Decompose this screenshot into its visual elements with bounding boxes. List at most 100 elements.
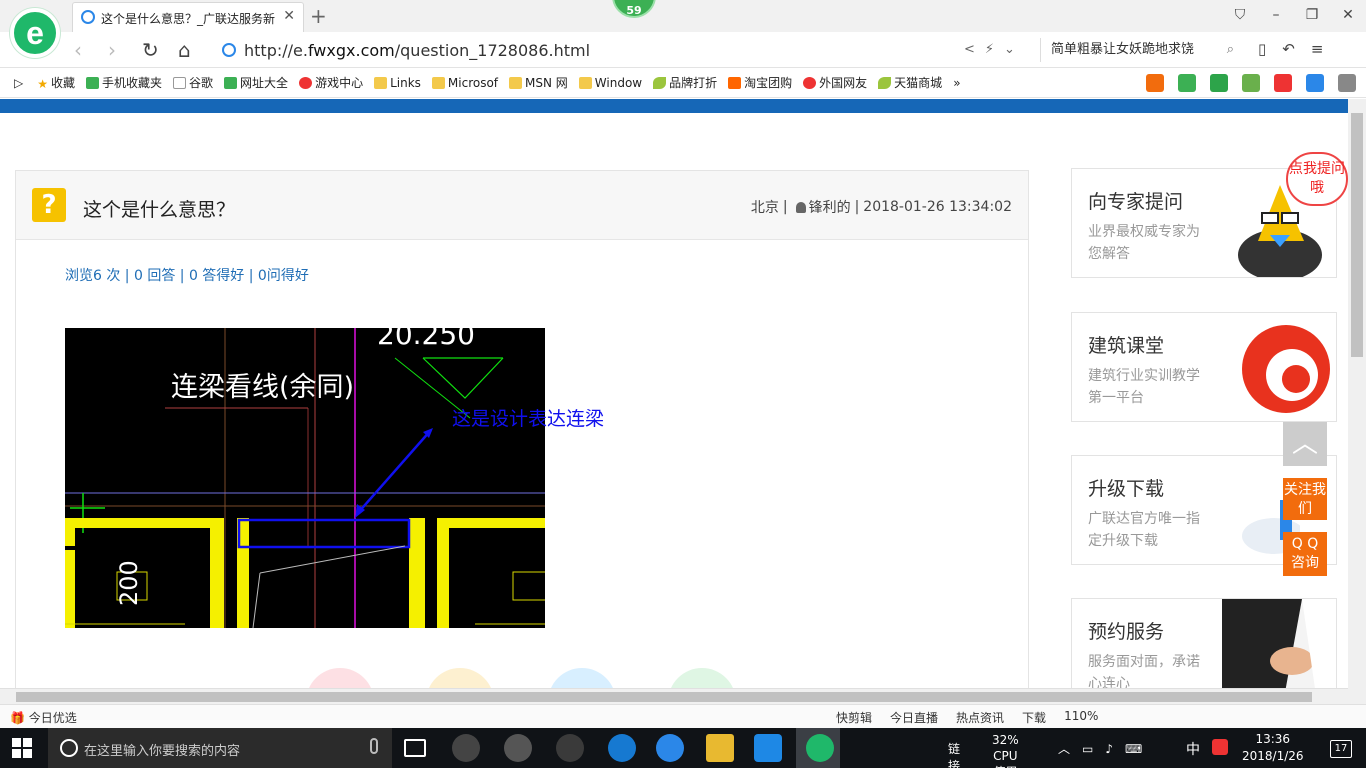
maximize-button[interactable]: ❐ [1294,0,1330,32]
tray-icons[interactable]: ︿▭♪⌨ [1058,740,1154,757]
ie-icon[interactable] [608,734,636,762]
bookmark-item[interactable]: Links [374,74,421,91]
task-view-icon[interactable] [404,739,426,757]
windows-start-icon[interactable] [12,738,32,758]
url-domain: fwxgx.com [307,40,395,60]
question-title: 这个是什么意思？ [83,199,236,221]
window-controls: ⛉ – ❐ ✕ [1222,0,1366,32]
bookmark-label: 网址大全 [240,76,289,90]
browser-logo[interactable]: e [10,8,60,58]
url-actions-icon[interactable]: <⚡⌄ [964,42,1025,57]
pinwheel-app-icon[interactable] [452,734,480,762]
shield-icon[interactable] [1210,74,1228,92]
cad-label-elevation: 20.250 [377,328,475,351]
bookmark-green-icon [224,76,238,89]
tray-link-label[interactable]: 链接 [948,740,960,774]
new-tab-button[interactable]: + [310,4,327,28]
bookmark-item[interactable]: 网址大全 [224,74,288,91]
notification-center-icon[interactable]: 17 [1330,740,1352,758]
apps-grid-icon[interactable] [1338,74,1356,92]
card-building-class[interactable]: 建筑课堂 建筑行业实训教学第一平台 [1071,312,1337,422]
vertical-scrollbar[interactable] [1348,99,1366,704]
today-picks-link[interactable]: 🎁 今日优选 [10,709,77,726]
status-item[interactable]: 110% [1064,709,1098,726]
horizontal-scrollbar[interactable] [0,688,1348,704]
bookmark-item[interactable]: 游戏中心 [299,74,363,91]
address-bar-row: ‹ › ↻ ⌂ http://e.fwxgx.com/question_1728… [0,32,1366,68]
bookmark-item[interactable]: » [953,74,960,91]
url-field[interactable]: http://e.fwxgx.com/question_1728086.html [222,36,1032,64]
cad-label-dimension: 200 [115,560,143,606]
bookmark-item[interactable]: MSN 网 [509,74,568,91]
bookmark-leaf-icon [653,76,667,89]
internet-explorer-icon[interactable] [656,734,684,762]
search-box[interactable]: 简单粗暴让女妖跪地求饶 ⌕ [1040,38,1240,62]
ask-bubble[interactable]: 点我提问哦 [1286,152,1348,206]
question-stats: 浏览6 次 | 0 回答 | 0 答得好 | 0问得好 [65,268,309,284]
discount-icon[interactable] [1146,74,1164,92]
question-user[interactable]: 锋利的 [809,197,851,217]
microphone-icon[interactable] [370,738,378,754]
horizontal-scroll-thumb[interactable] [16,692,1312,702]
bookmark-item[interactable]: 品牌打折 [653,74,717,91]
back-button[interactable]: ‹ [74,38,82,62]
bookmark-item[interactable]: 手机收藏夹 [86,74,162,91]
status-bar: 🎁 今日优选 快剪辑 今日直播 热点资讯 下载 110% [0,704,1366,728]
glodon-app-icon[interactable] [754,734,782,762]
bookmark-tools [1146,68,1356,98]
toolbar-icons[interactable]: ▯↶≡ [1258,40,1339,58]
clock[interactable]: 13:36 2018/1/26 [1242,731,1304,765]
cpu-label: CPU使用 [993,749,1018,779]
bookmark-item[interactable]: Window [578,74,642,91]
bookmark-item[interactable]: ★ 收藏 [37,74,75,91]
search-icon[interactable]: ⌕ [1227,38,1234,62]
minimize-button[interactable]: – [1258,0,1294,32]
cad-drawing-image[interactable]: 10 20.250 连梁看线(余同) 200 [65,328,545,628]
bookmarks-bar: ▷ ★ 收藏 手机收藏夹 谷歌 网址大全 游戏中心 Links Microsof MSN 网 Wi… [0,68,1366,98]
bookmark-item[interactable]: Microsof [431,74,499,91]
book-icon[interactable] [1178,74,1196,92]
home-button[interactable]: ⌂ [178,38,191,62]
forward-button[interactable]: › [108,38,116,62]
windows-taskbar: 在这里输入你要搜索的内容 链接 32% CPU使用 ︿▭♪⌨ 中 13:36 201… [0,728,1366,779]
close-tab-icon[interactable]: ✕ [283,8,295,24]
cad-label-main: 连梁看线(余同) [171,372,354,403]
status-item[interactable]: 快剪辑 [836,709,872,726]
scissors-icon[interactable] [1274,74,1292,92]
bookmark-fold-icon [578,76,592,89]
shirt-skin-icon[interactable]: ⛉ [1222,0,1258,32]
file-explorer-icon[interactable] [706,734,734,762]
site-header-bar [0,99,1366,113]
bookmark-orange-icon [728,76,742,89]
search-text: 简单粗暴让女妖跪地求饶 [1051,42,1195,57]
ime-indicator[interactable]: 中 [1186,739,1200,759]
bookmark-item[interactable]: 外国网友 [803,74,867,91]
bookmark-label: » [953,75,961,90]
follow-us-button[interactable]: 关注我们 [1283,478,1327,520]
status-item[interactable]: 今日直播 [890,709,938,726]
browser-tab[interactable]: 这个是什么意思？_广联达服务新 ✕ [72,2,304,32]
vertical-scroll-thumb[interactable] [1351,113,1363,357]
bookmark-label: 外国网友 [819,76,868,90]
back-to-top-button[interactable]: ︿ [1283,422,1327,466]
bookmark-item[interactable]: 天猫商城 [878,74,942,91]
bookmark-label: 天猫商城 [894,76,943,90]
status-item[interactable]: 热点资讯 [956,709,1004,726]
edge-browser-icon[interactable] [504,734,532,762]
question-meta: 北京 | 锋利的 | 2018-01-26 13:34:02 [750,197,1012,217]
search-tool-icon[interactable] [1306,74,1324,92]
bookmark-label: MSN 网 [525,76,568,90]
status-item[interactable]: 下载 [1022,709,1046,726]
qq-consult-button[interactable]: Q Q 咨询 [1283,532,1327,576]
sidebar-toggle-icon[interactable]: ▷ [14,76,23,90]
tab-title: 这个是什么意思？_广联达服务新 [101,12,276,26]
swirl-app-icon[interactable] [556,734,584,762]
sogou-icon[interactable] [1212,739,1228,755]
translate-icon[interactable] [1242,74,1260,92]
bookmark-item[interactable]: 谷歌 [173,74,213,91]
bookmark-label: Microsof [447,75,499,90]
refresh-button[interactable]: ↻ [142,38,159,62]
taskbar-search[interactable]: 在这里输入你要搜索的内容 [48,728,392,768]
close-window-button[interactable]: ✕ [1330,0,1366,32]
bookmark-item[interactable]: 淘宝团购 [728,74,792,91]
